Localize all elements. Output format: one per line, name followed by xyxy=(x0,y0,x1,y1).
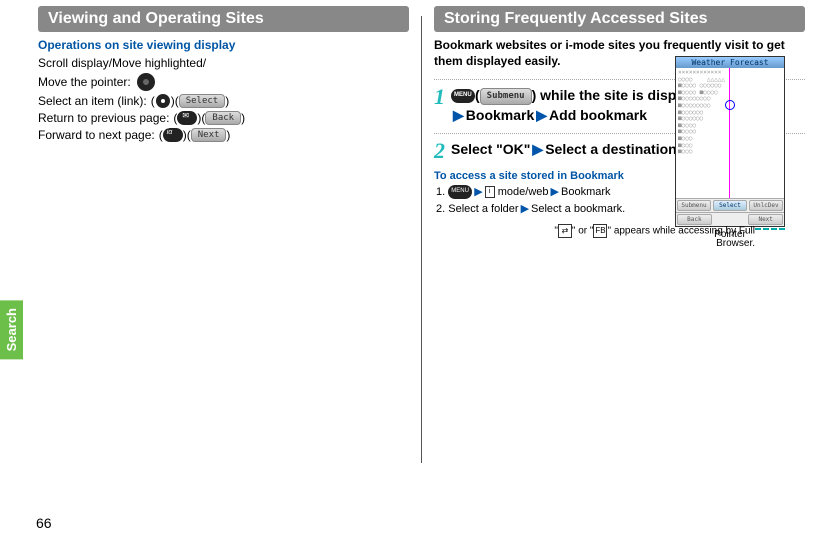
ialpha-button-icon xyxy=(163,128,183,142)
phone-softkeys: Submenu Select UnlcDev xyxy=(676,198,784,212)
pointer-crosshair-icon xyxy=(724,98,736,110)
menu-button-icon xyxy=(448,185,472,199)
arrow-icon: ▶ xyxy=(536,107,547,123)
left-column: Viewing and Operating Sites Operations o… xyxy=(30,6,417,543)
step1-bookmark: Bookmark xyxy=(466,107,534,123)
caption-post: " appears while accessing by Full Browse… xyxy=(607,226,755,249)
line-select-item: Select an item (link): ()(Select) xyxy=(38,94,409,108)
text-scroll: Scroll display/Move highlighted/ xyxy=(38,56,206,70)
access1-modeweb: mode/web xyxy=(498,186,549,198)
phone-screen-title: Weather Forecast xyxy=(676,57,784,68)
access2-select-bookmark: Select a bookmark. xyxy=(531,203,625,215)
pill-back: Back xyxy=(205,111,241,125)
pill-next: Next xyxy=(191,128,227,142)
line-return: Return to previous page: ()(Back) xyxy=(38,111,409,125)
step2-select-ok: Select "OK" xyxy=(451,141,530,157)
step-number-2: 2 xyxy=(434,140,445,162)
heading-viewing-operating: Viewing and Operating Sites xyxy=(38,6,409,32)
phone-screenshot: Weather Forecast ×××××××××××× ○○○○ △△△△△… xyxy=(675,56,785,240)
subhead-operations: Operations on site viewing display xyxy=(38,38,409,52)
mail-button-icon xyxy=(177,111,197,125)
imode-icon: i xyxy=(485,186,495,198)
caption-mid: " or " xyxy=(572,226,594,237)
arrow-icon: ▶ xyxy=(532,141,543,157)
arrow-icon: ▶ xyxy=(521,203,529,215)
text-move-pointer: Move the pointer: xyxy=(38,75,131,89)
line-forward: Forward to next page: ()(Next) xyxy=(38,128,409,142)
softkey-submenu: Submenu xyxy=(677,200,711,211)
step-number-1: 1 xyxy=(434,86,445,108)
line-move-pointer: Move the pointer: xyxy=(38,73,409,91)
dpad-icon xyxy=(137,73,155,91)
menu-button-icon xyxy=(451,89,475,103)
line-scroll: Scroll display/Move highlighted/ xyxy=(38,56,409,70)
arrow-icon: ▶ xyxy=(474,186,482,198)
caption-fullbrowser: "⇄" or "FB" appears while accessing by F… xyxy=(535,220,785,250)
center-button-icon xyxy=(156,94,170,108)
arrow-icon: ▶ xyxy=(551,186,559,198)
fb-icon-2: FB xyxy=(593,224,607,238)
heading-storing-sites: Storing Frequently Accessed Sites xyxy=(434,6,805,32)
caption-leader-line xyxy=(755,228,785,230)
text-return: Return to previous page: xyxy=(38,111,169,125)
page-number: 66 xyxy=(36,515,52,531)
access2-select-folder: Select a folder xyxy=(448,203,518,215)
pill-select: Select xyxy=(179,94,226,108)
arrow-icon: ▶ xyxy=(453,107,464,123)
access1-bookmark: Bookmark xyxy=(561,186,611,198)
phone-screen-body: ×××××××××××× ○○○○ △△△△△ ■○○○○ ○○○○○○ ■○○… xyxy=(676,68,784,198)
text-forward: Forward to next page: xyxy=(38,128,155,142)
text-select-item: Select an item (link): xyxy=(38,94,147,108)
step1-add-bookmark: Add bookmark xyxy=(549,107,647,123)
pill-submenu: Submenu xyxy=(480,88,532,105)
column-divider xyxy=(421,16,422,463)
softkey-select: Select xyxy=(713,200,747,211)
side-tab-search: Search xyxy=(0,300,23,359)
softkey-unlcdev: UnlcDev xyxy=(749,200,783,211)
fb-icon-1: ⇄ xyxy=(558,224,572,238)
